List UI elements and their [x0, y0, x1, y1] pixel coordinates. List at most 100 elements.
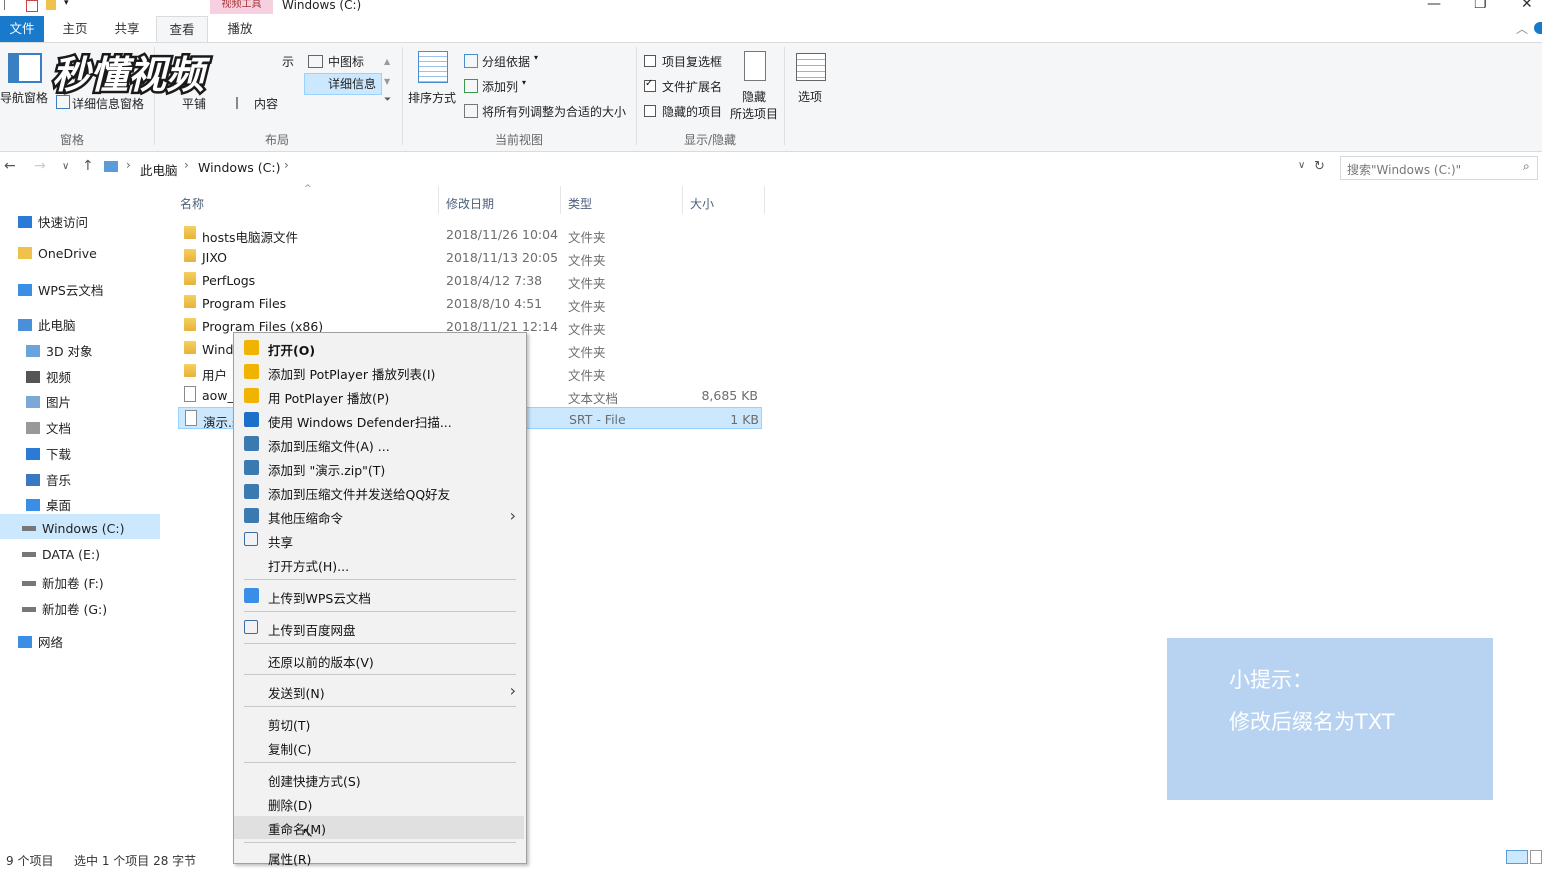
nav-item[interactable]: 此电脑	[18, 315, 76, 334]
hide-selected-label-1[interactable]: 隐藏	[742, 88, 766, 105]
nav-item[interactable]: 下载	[26, 444, 71, 463]
scroll-down-icon[interactable]: ▼	[384, 77, 390, 86]
sort-by-button[interactable]: 排序方式	[408, 89, 456, 106]
layout-medium-icons[interactable]: 中图标	[328, 53, 364, 70]
breadcrumb-this-pc[interactable]: 此电脑	[140, 160, 178, 179]
cell-type: 文件夹	[568, 368, 606, 383]
tab-file[interactable]: 文件	[0, 16, 44, 42]
nav-item[interactable]: 快速访问	[18, 212, 88, 231]
menu-item-label: 打开(O)	[268, 343, 316, 358]
menu-item-rename[interactable]: 重命名(M)	[234, 816, 524, 839]
menu-item-add-send-qq[interactable]: 添加到压缩文件并发送给QQ好友	[234, 481, 524, 504]
column-header-name[interactable]: 名称	[180, 195, 204, 212]
group-by-dropdown-icon[interactable]: ▾	[534, 53, 538, 62]
address-bar: ← → ∨ ↑ › 此电脑 › Windows (C:) › ∨ ↻ 搜索"Wi…	[0, 152, 1542, 182]
cell-name: JIXO	[202, 250, 227, 265]
menu-item-share[interactable]: 共享	[234, 529, 524, 552]
address-dropdown-icon[interactable]: ∨	[1298, 160, 1305, 171]
cell-type: 文件夹	[568, 253, 606, 268]
menu-item-send-to[interactable]: 发送到(N) ›	[234, 680, 524, 703]
forward-arrow-icon[interactable]: →	[34, 158, 46, 174]
nav-item-label: 3D 对象	[46, 344, 93, 359]
nav-item[interactable]: 新加卷 (G:)	[22, 599, 107, 618]
up-arrow-icon[interactable]: ↑	[82, 158, 94, 174]
hidden-items-checkbox[interactable]	[644, 105, 656, 117]
maximize-icon[interactable]: ❐	[1474, 0, 1487, 12]
cell-type: 文本文档	[568, 391, 619, 406]
properties-quick-icon[interactable]	[26, 0, 38, 12]
item-checkboxes-checkbox[interactable]	[644, 55, 656, 67]
column-separator[interactable]	[560, 186, 561, 214]
tab-view[interactable]: 查看	[156, 16, 208, 43]
table-row[interactable]: hosts电脑源文件 2018/11/26 10:04 文件夹	[178, 223, 762, 245]
nav-item[interactable]: 3D 对象	[26, 341, 93, 360]
add-columns-dropdown-icon[interactable]: ▾	[522, 78, 526, 87]
nav-item[interactable]: WPS云文档	[18, 280, 103, 299]
help-icon[interactable]	[1534, 22, 1542, 34]
nav-item[interactable]: 网络	[18, 632, 63, 651]
menu-item-open-with[interactable]: 打开方式(H)...	[234, 553, 524, 576]
options-button[interactable]: 选项	[798, 88, 822, 105]
close-icon[interactable]: ✕	[1521, 0, 1533, 12]
nav-item[interactable]: OneDrive	[18, 246, 97, 261]
refresh-icon[interactable]: ↻	[1314, 159, 1325, 174]
column-separator[interactable]	[438, 186, 439, 214]
nav-item[interactable]: DATA (E:)	[22, 547, 100, 562]
minimize-icon[interactable]: —	[1427, 0, 1441, 12]
menu-item-add-potplayer-list[interactable]: 添加到 PotPlayer 播放列表(I)	[234, 361, 524, 384]
menu-item-upload-wps[interactable]: 上传到WPS云文档	[234, 585, 524, 608]
menu-item-create-shortcut[interactable]: 创建快捷方式(S)	[234, 768, 524, 791]
tab-share[interactable]: 共享	[106, 16, 148, 42]
nav-item[interactable]: 文档	[26, 418, 71, 437]
tab-home[interactable]: 主页	[54, 16, 96, 42]
hidden-items-label: 隐藏的项目	[662, 105, 723, 119]
nav-item[interactable]: Windows (C:)	[22, 521, 124, 536]
table-row[interactable]: PerfLogs 2018/4/12 7:38 文件夹	[178, 269, 762, 291]
cell-name: aow_	[202, 388, 234, 403]
column-separator[interactable]	[764, 186, 765, 214]
column-header-size[interactable]: 大小	[690, 195, 714, 212]
collapse-ribbon-icon[interactable]: ︿	[1516, 20, 1528, 37]
menu-item-other-compress[interactable]: 其他压缩命令 ›	[234, 505, 524, 528]
recent-locations-icon[interactable]: ∨	[62, 161, 69, 172]
menu-item-play-potplayer[interactable]: 用 PotPlayer 播放(P)	[234, 385, 524, 408]
nav-item[interactable]: 视频	[26, 367, 71, 386]
column-header-type[interactable]: 类型	[568, 195, 592, 212]
fit-columns-button[interactable]: 将所有列调整为合适的大小	[482, 103, 626, 120]
column-separator[interactable]	[682, 186, 683, 214]
back-arrow-icon[interactable]: ←	[4, 158, 16, 174]
file-extensions-checkbox[interactable]	[644, 78, 656, 92]
breadcrumb-drive[interactable]: Windows (C:)	[198, 160, 280, 175]
nav-pane-button[interactable]: 导航窗格	[0, 89, 48, 106]
nav-item[interactable]: 图片	[26, 392, 71, 411]
menu-item-open[interactable]: 打开(O)	[234, 337, 524, 360]
menu-item-restore[interactable]: 还原以前的版本(V)	[234, 649, 524, 672]
column-header-date[interactable]: 修改日期	[446, 195, 494, 212]
search-icon[interactable]: ⌕	[1523, 159, 1530, 174]
nav-item[interactable]: 桌面	[26, 495, 71, 514]
scroll-up-icon[interactable]: ▲	[384, 57, 390, 66]
hide-selected-label-2[interactable]: 所选项目	[730, 105, 778, 122]
menu-item-defender[interactable]: 使用 Windows Defender扫描...	[234, 409, 524, 432]
search-input[interactable]: 搜索"Windows (C:)" ⌕	[1340, 156, 1538, 180]
new-folder-quick-icon[interactable]	[46, 0, 56, 10]
layout-details[interactable]: 详细信息	[328, 75, 376, 92]
menu-item-delete[interactable]: 删除(D)	[234, 792, 524, 815]
menu-item-add-zip[interactable]: 添加到 "演示.zip"(T)	[234, 457, 524, 480]
nav-pane-icon[interactable]	[8, 53, 42, 83]
group-by-button[interactable]: 分组依据	[482, 53, 530, 70]
tab-play[interactable]: 播放	[214, 16, 266, 42]
add-columns-button[interactable]: 添加列	[482, 78, 518, 95]
customize-quick-access-icon[interactable]: ▾	[64, 0, 74, 10]
nav-item[interactable]: 音乐	[26, 470, 71, 489]
layout-more-icon[interactable]: ⏷	[384, 95, 391, 105]
table-row[interactable]: JIXO 2018/11/13 20:05 文件夹	[178, 246, 762, 268]
menu-item-copy[interactable]: 复制(C)	[234, 736, 524, 759]
breadcrumb[interactable]: › 此电脑 › Windows (C:) › ∨	[100, 156, 1312, 178]
folder-icon	[184, 364, 196, 377]
table-row[interactable]: Program Files 2018/8/10 4:51 文件夹	[178, 292, 762, 314]
nav-item[interactable]: 新加卷 (F:)	[22, 573, 104, 592]
menu-item-upload-baidu[interactable]: 上传到百度网盘	[234, 617, 524, 640]
menu-item-cut[interactable]: 剪切(T)	[234, 712, 524, 735]
menu-item-add-archive[interactable]: 添加到压缩文件(A) ...	[234, 433, 524, 456]
